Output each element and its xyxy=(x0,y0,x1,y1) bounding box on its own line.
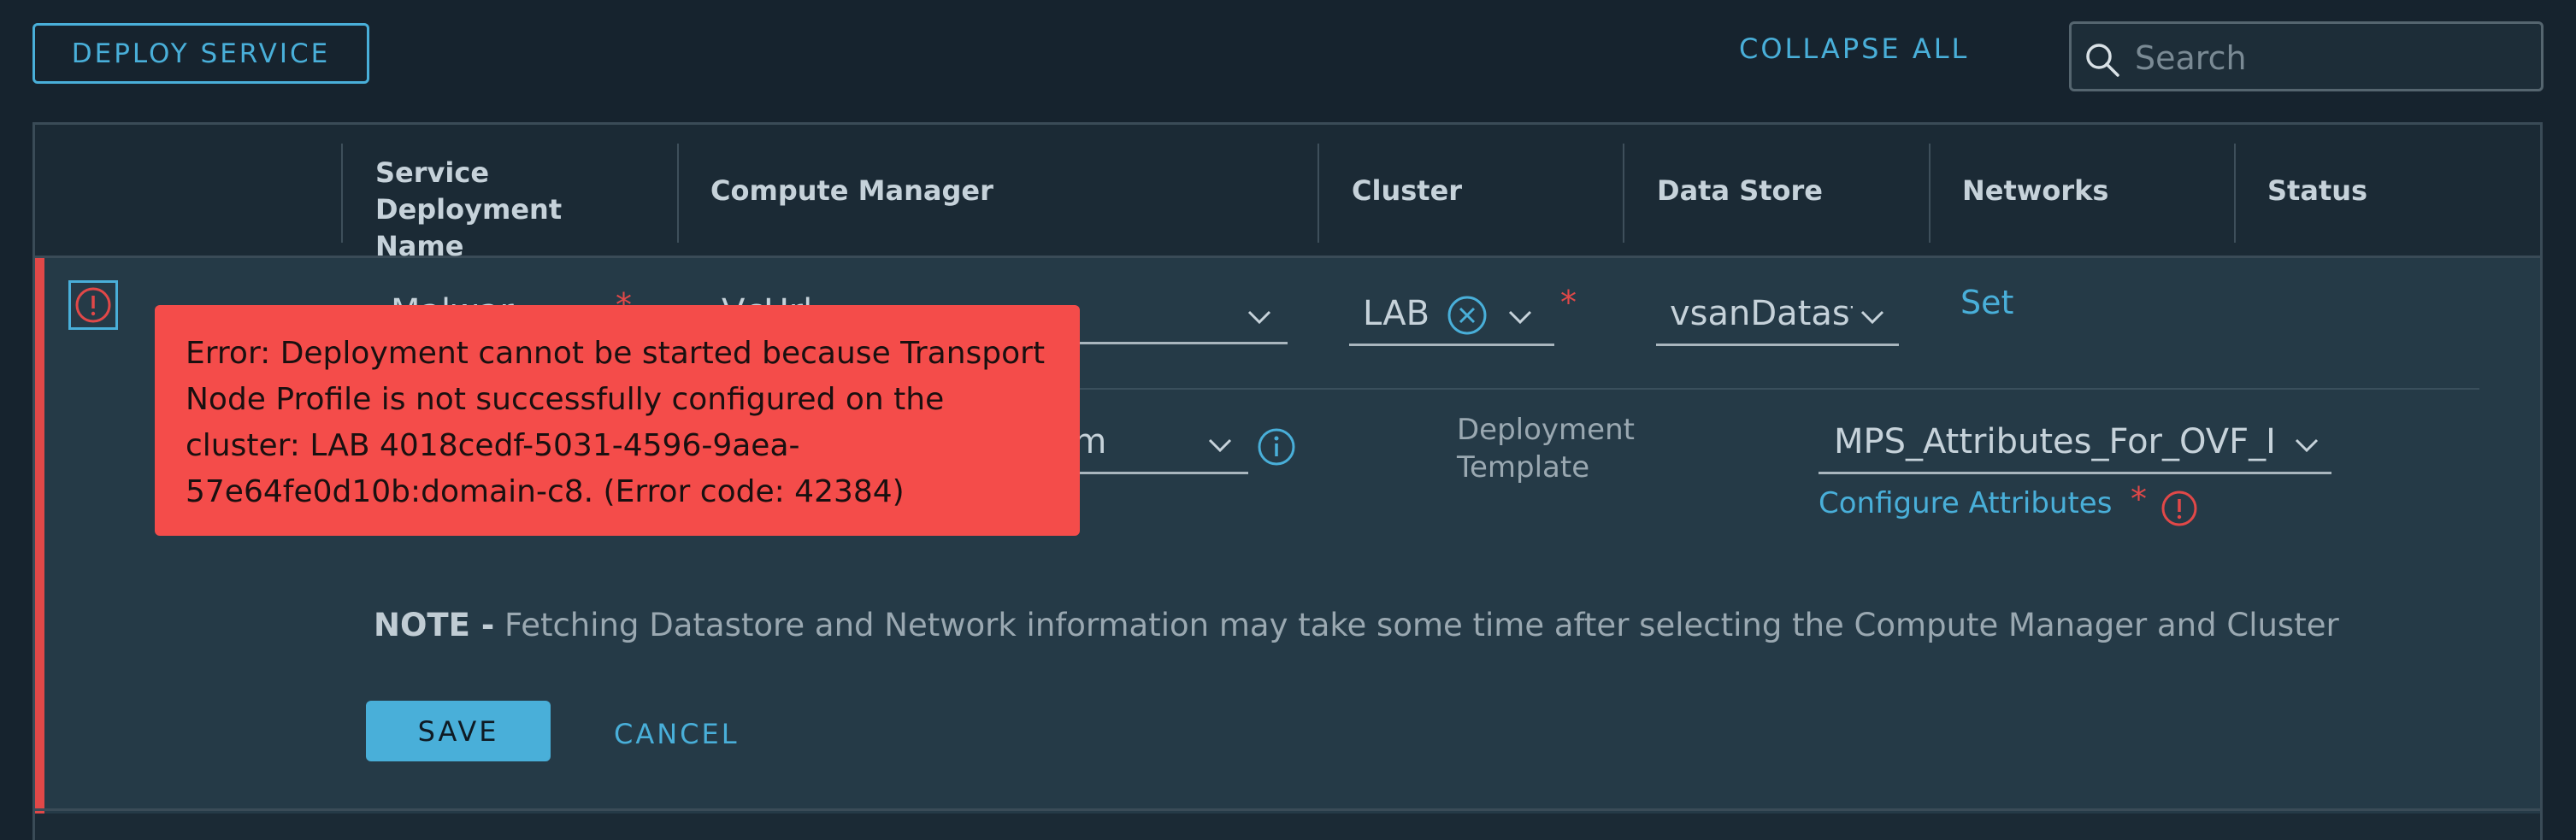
row-error-indicator[interactable] xyxy=(68,280,118,330)
chevron-down-icon xyxy=(1247,310,1271,325)
detail-divider xyxy=(1070,388,2479,390)
column-separator xyxy=(1317,144,1319,243)
search-icon xyxy=(2086,44,2119,77)
note-text: NOTE - Fetching Datastore and Network in… xyxy=(374,607,2339,643)
search-input[interactable]: Search xyxy=(2069,21,2544,91)
data-store-select[interactable]: vsanDatast xyxy=(1656,289,1899,346)
chevron-down-icon xyxy=(1860,310,1884,325)
cancel-button[interactable]: CANCEL xyxy=(614,718,740,750)
chevron-down-icon xyxy=(1208,438,1232,453)
column-header-data-store[interactable]: Data Store xyxy=(1657,173,1823,209)
networks-set-link[interactable]: Set xyxy=(1960,284,2013,321)
note-prefix: NOTE - xyxy=(374,607,495,643)
search-placeholder: Search xyxy=(2135,39,2247,77)
column-header-networks[interactable]: Networks xyxy=(1962,173,2108,209)
error-icon xyxy=(2161,490,2197,526)
collapse-all-link[interactable]: COLLAPSE ALL xyxy=(1739,32,1969,65)
column-separator xyxy=(1929,144,1931,243)
error-tooltip: Error: Deployment cannot be started beca… xyxy=(155,305,1080,536)
deployment-template-select[interactable]: MPS_Attributes_For_OVF_I xyxy=(1819,419,2331,474)
chevron-down-icon xyxy=(2295,438,2319,453)
column-header-compute-manager[interactable]: Compute Manager xyxy=(710,173,993,209)
column-separator xyxy=(677,144,679,243)
required-marker: * xyxy=(2131,480,2147,518)
info-icon[interactable] xyxy=(1257,427,1296,467)
deploy-service-button[interactable]: DEPLOY SERVICE xyxy=(32,23,369,84)
column-separator xyxy=(1623,144,1624,243)
column-separator xyxy=(341,144,343,243)
chevron-down-icon xyxy=(1508,310,1532,325)
row-bottom-border xyxy=(32,808,2543,811)
column-header-status[interactable]: Status xyxy=(2267,173,2367,209)
save-button[interactable]: SAVE xyxy=(366,701,551,761)
grid-header: Service Deployment Name Compute Manager … xyxy=(35,125,2540,262)
column-header-service-deployment-name[interactable]: Service Deployment Name xyxy=(375,155,657,265)
column-header-cluster[interactable]: Cluster xyxy=(1352,173,1462,209)
clear-icon[interactable] xyxy=(1446,294,1488,337)
required-marker: * xyxy=(1560,284,1577,321)
configure-attributes-link[interactable]: Configure Attributes xyxy=(1819,486,2112,520)
deployment-template-label: Deployment Template xyxy=(1457,413,1635,485)
note-message: Fetching Datastore and Network informati… xyxy=(504,607,2339,643)
column-separator xyxy=(2234,144,2236,243)
cluster-select[interactable]: LAB xyxy=(1349,289,1554,346)
error-circle-icon xyxy=(75,287,111,323)
